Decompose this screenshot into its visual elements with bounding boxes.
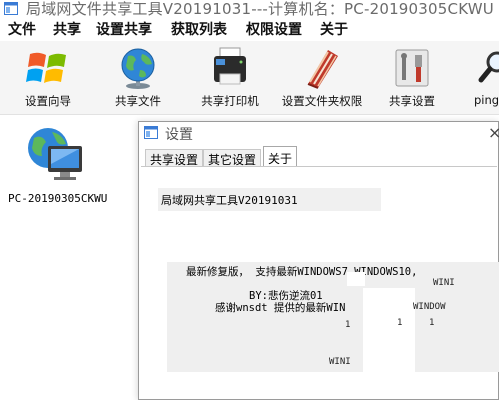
fragment-text: WINI bbox=[329, 357, 351, 367]
computer-list-item[interactable]: PC-20190305CKWU bbox=[8, 124, 110, 214]
ping-button[interactable]: ping bbox=[462, 41, 499, 115]
close-icon[interactable]: × bbox=[488, 123, 499, 141]
set-folder-permission-button[interactable]: 设置文件夹权限 bbox=[274, 41, 370, 115]
menu-share[interactable]: 共享 bbox=[53, 19, 81, 39]
printer-icon bbox=[214, 47, 246, 85]
release-notes: 最新修复版， 支持最新WINDOWS7 WINDOWS10, BY:悲伤逆流01… bbox=[167, 262, 499, 372]
share-files-button[interactable]: 共享文件 bbox=[104, 41, 172, 115]
notes-line-3: 感谢wnsdt 提供的最新WIN bbox=[215, 302, 346, 314]
menu-set-share[interactable]: 设置共享 bbox=[96, 19, 152, 39]
title-bar: 局域网文件共享工具V20191031---计算机名：PC-20190305CKW… bbox=[0, 0, 499, 18]
version-text: 局域网共享工具V20191031 bbox=[161, 194, 298, 207]
version-box: 局域网共享工具V20191031 bbox=[158, 188, 381, 211]
fragment-text: 1 bbox=[397, 318, 403, 328]
setup-wizard-button[interactable]: 设置向导 bbox=[14, 41, 82, 115]
about-tab-panel: 局域网共享工具V20191031 最新修复版， 支持最新WINDOWS7 WIN… bbox=[141, 166, 499, 398]
render-artifact bbox=[377, 312, 413, 372]
fragment-text: 1 bbox=[429, 318, 435, 328]
windows-logo-icon bbox=[26, 52, 66, 83]
ping-label: ping bbox=[474, 93, 499, 107]
share-settings-label: 共享设置 bbox=[389, 94, 435, 108]
share-settings-button[interactable]: 共享设置 bbox=[378, 41, 446, 115]
magnifier-icon bbox=[478, 51, 499, 83]
setup-wizard-label: 设置向导 bbox=[25, 94, 71, 108]
dialog-window-icon bbox=[144, 126, 158, 139]
settings-dialog: 设置 × 共享设置 其它设置 关于 局域网共享工具V20191031 最新修复版… bbox=[138, 121, 499, 400]
tab-other-settings[interactable]: 其它设置 bbox=[203, 149, 262, 167]
tab-about[interactable]: 关于 bbox=[263, 146, 298, 167]
network-computer-icon bbox=[28, 128, 82, 180]
set-folder-permission-label: 设置文件夹权限 bbox=[281, 94, 363, 108]
menu-file[interactable]: 文件 bbox=[8, 19, 36, 39]
menu-permission-settings[interactable]: 权限设置 bbox=[246, 19, 302, 39]
tab-share-settings[interactable]: 共享设置 bbox=[145, 149, 204, 167]
fragment-text: WINI bbox=[433, 278, 455, 288]
render-artifact bbox=[347, 272, 365, 286]
menu-get-list[interactable]: 获取列表 bbox=[171, 19, 227, 39]
globe-icon bbox=[121, 48, 155, 89]
book-folder-icon bbox=[307, 50, 338, 89]
share-printer-button[interactable]: 共享打印机 bbox=[192, 41, 268, 115]
computer-name: PC-20190305CKWU bbox=[8, 192, 108, 205]
fragment-text: 1 bbox=[345, 320, 351, 330]
toolbar: 设置向导 共享文件 共享打印机 设置文件夹权限 共享设置 ping bbox=[0, 41, 499, 115]
menu-bar: 文件 共享 设置共享 获取列表 权限设置 关于 bbox=[0, 19, 499, 40]
tools-icon bbox=[395, 49, 429, 87]
window-title: 局域网文件共享工具V20191031---计算机名：PC-20190305CKW… bbox=[26, 0, 499, 18]
dialog-title: 设置 bbox=[165, 127, 193, 143]
app-window-icon bbox=[4, 2, 18, 15]
share-files-label: 共享文件 bbox=[115, 94, 161, 108]
fragment-text: WINDOW bbox=[413, 302, 446, 312]
dialog-title-bar: 设置 bbox=[139, 122, 498, 144]
share-printer-label: 共享打印机 bbox=[201, 94, 259, 108]
notes-line-1: 最新修复版， 支持最新WINDOWS7 WINDOWS10, bbox=[186, 266, 418, 278]
menu-about[interactable]: 关于 bbox=[320, 19, 348, 39]
